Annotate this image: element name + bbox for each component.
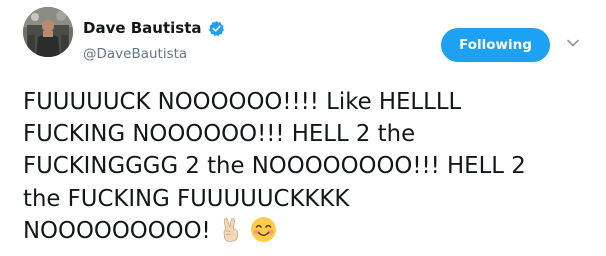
tweet-text: FUUUUUCK NOOOOOO!!!! Like HELLLL FUCKING… bbox=[23, 86, 595, 247]
chevron-down-icon[interactable] bbox=[566, 38, 580, 48]
avatar[interactable] bbox=[23, 7, 73, 57]
author-name-row[interactable]: Dave Bautista bbox=[83, 17, 225, 39]
tweet-line: FUCKING NOOOOOO!!! HELL 2 the bbox=[23, 121, 416, 148]
tweet-line: FUUUUUCK NOOOOOO!!!! Like HELLLL bbox=[23, 89, 462, 115]
tweet-line: the FUCKING FUUUUUCKKKK bbox=[23, 185, 350, 212]
tweet-line-text: NOOOOOOOOO! bbox=[23, 217, 211, 244]
tweet-line: FUCKINGGGG 2 the NOOOOOOOO!!! HELL 2 bbox=[23, 153, 526, 180]
victory-hand-emoji-icon bbox=[217, 216, 244, 243]
verified-badge-icon bbox=[208, 20, 224, 36]
smiling-face-emoji-icon bbox=[250, 216, 277, 243]
author-display-name[interactable]: Dave Bautista bbox=[83, 19, 202, 37]
tweet-last-line: NOOOOOOOOO! bbox=[23, 215, 595, 247]
avatar-image bbox=[23, 7, 73, 57]
tweet-card: Dave Bautista @DaveBautista Following FU… bbox=[0, 0, 606, 256]
following-button[interactable]: Following bbox=[441, 28, 550, 62]
author-handle[interactable]: @DaveBautista bbox=[83, 46, 187, 62]
